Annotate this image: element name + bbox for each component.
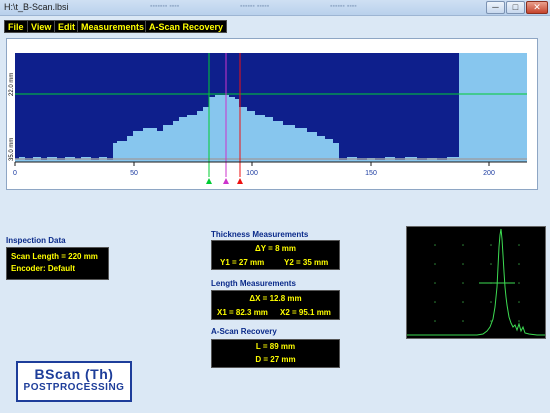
x1-value: X1 = 82.3 mm: [217, 308, 268, 317]
ascan-cursor-marker[interactable]: [223, 178, 229, 184]
close-icon: ✕: [533, 2, 541, 12]
inspection-data-panel: Scan Length = 220 mm Encoder: Default: [6, 247, 109, 280]
x-tick-200: 200: [483, 170, 495, 177]
encoder-value: Encoder: Default: [11, 264, 76, 273]
logo-subtitle: POSTPROCESSING: [23, 382, 125, 393]
y-tick-bottom: 35.0 mm: [9, 138, 15, 161]
y2-value: Y2 = 35 mm: [284, 258, 329, 267]
x1-cursor-marker[interactable]: [206, 178, 212, 184]
ascan-waveform: [407, 228, 545, 336]
background-window-ghost: ▪▪▪▪▪▪ ▪▪▪▪▪: [240, 3, 270, 10]
minimize-icon: ─: [492, 2, 499, 12]
title-bar: H:\t_B-Scan.lbsi ▪▪▪▪▪▪▪ ▪▪▪▪ ▪▪▪▪▪▪ ▪▪▪…: [0, 0, 550, 16]
thickness-heading: Thickness Measurements: [211, 230, 309, 239]
inspection-data-heading: Inspection Data: [6, 236, 66, 245]
x-tick-100: 100: [246, 170, 258, 177]
y-tick-top: 22.0 mm: [9, 73, 15, 96]
x2-value: X2 = 95.1 mm: [280, 308, 331, 317]
x-tick-150: 150: [365, 170, 377, 177]
thickness-panel: ΔY = 8 mm Y1 = 27 mm Y2 = 35 mm: [211, 240, 340, 270]
l-value: L = 89 mm: [255, 342, 296, 351]
ascan-recovery-panel: L = 89 mm D = 27 mm: [211, 339, 340, 368]
menu-edit[interactable]: Edit: [54, 20, 79, 33]
logo-title: BScan (Th): [34, 366, 114, 382]
delta-y-value: ΔY = 8 mm: [255, 244, 296, 253]
ascan-svg: [407, 228, 545, 336]
menu-measurements[interactable]: Measurements: [77, 20, 149, 33]
y1-value: Y1 = 27 mm: [220, 258, 265, 267]
bscan-plot[interactable]: 0 50 100 150 200 22.0 mm 35.0 mm: [6, 38, 538, 190]
delta-x-value: ΔX = 12.8 mm: [249, 294, 302, 303]
ascan-display[interactable]: [406, 226, 546, 339]
background-window-ghost: ▪▪▪▪▪▪▪ ▪▪▪▪: [150, 3, 180, 10]
length-panel: ΔX = 12.8 mm X1 = 82.3 mm X2 = 95.1 mm: [211, 290, 340, 320]
length-heading: Length Measurements: [211, 279, 296, 288]
unscanned-region: [459, 53, 527, 162]
menu-ascan-recovery[interactable]: A-Scan Recovery: [145, 20, 228, 33]
window-title: H:\t_B-Scan.lbsi: [4, 2, 69, 12]
maximize-button[interactable]: □: [506, 1, 525, 14]
scan-length-value: Scan Length = 220 mm: [11, 252, 98, 261]
x-tick-0: 0: [13, 170, 17, 177]
minimize-button[interactable]: ─: [486, 1, 505, 14]
bscan-logo: BScan (Th) POSTPROCESSING: [16, 361, 132, 402]
bscan-svg[interactable]: 0 50 100 150 200 22.0 mm 35.0 mm: [7, 39, 537, 189]
close-button[interactable]: ✕: [526, 1, 548, 14]
x2-cursor-marker[interactable]: [237, 178, 243, 184]
background-window-ghost: ▪▪▪▪▪▪ ▪▪▪▪: [330, 3, 357, 10]
x-axis-ticks: 0 50 100 150 200: [13, 162, 495, 177]
menu-view[interactable]: View: [27, 20, 56, 33]
menu-bar: File View Edit Measurements A-Scan Recov…: [0, 17, 550, 35]
x-tick-50: 50: [130, 170, 138, 177]
d-value: D = 27 mm: [255, 355, 296, 364]
maximize-icon: □: [512, 2, 519, 12]
menu-file[interactable]: File: [4, 20, 28, 33]
ascan-recovery-heading: A-Scan Recovery: [211, 327, 277, 336]
